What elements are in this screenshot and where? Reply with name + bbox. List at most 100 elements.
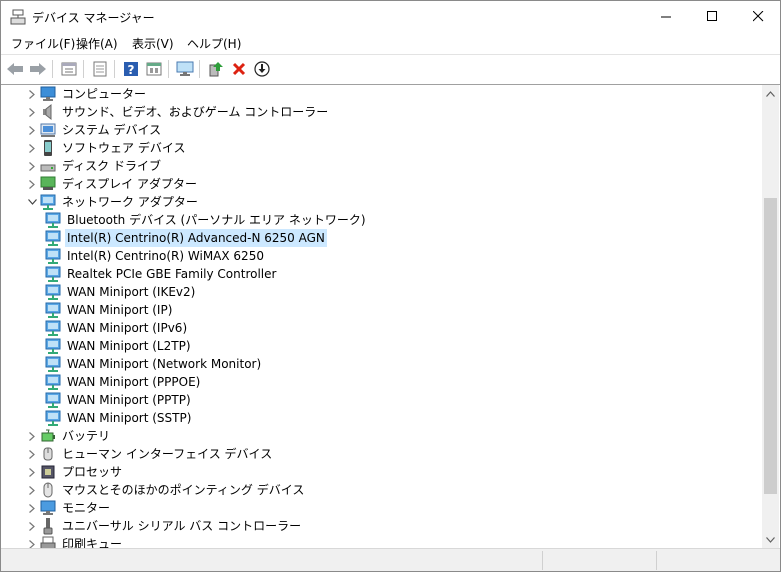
list-view-icon — [93, 61, 107, 77]
collapsed-chevron-icon[interactable] — [25, 535, 39, 548]
tree-category-item[interactable]: プロセッサ — [25, 463, 124, 481]
sheet-icon — [146, 62, 162, 76]
collapsed-chevron-icon[interactable] — [25, 139, 39, 157]
scan-hardware-button[interactable] — [174, 58, 196, 80]
collapsed-chevron-icon[interactable] — [25, 463, 39, 481]
download-button[interactable] — [251, 58, 273, 80]
scroll-up-button[interactable] — [762, 85, 779, 102]
tree-category-item[interactable]: ネットワーク アダプター — [25, 193, 200, 211]
tree-item-label: WAN Miniport (Network Monitor) — [67, 357, 262, 371]
tree-item-label: ソフトウェア デバイス — [62, 141, 186, 155]
tree-item-label: マウスとそのほかのポインティング デバイス — [62, 483, 305, 497]
tree-item-label: WAN Miniport (PPPOE) — [67, 375, 201, 389]
tree-child-item[interactable]: WAN Miniport (IKEv2) — [44, 283, 197, 301]
tree-child-item[interactable]: WAN Miniport (L2TP) — [44, 337, 193, 355]
tree-child-item[interactable]: WAN Miniport (IPv6) — [44, 319, 189, 337]
vertical-scrollbar[interactable] — [762, 85, 779, 548]
tree-child-item[interactable]: WAN Miniport (SSTP) — [44, 409, 193, 427]
tree-category-item[interactable]: システム デバイス — [25, 121, 163, 139]
software-device-icon — [39, 139, 57, 157]
tree-item-label: WAN Miniport (IP) — [67, 303, 173, 317]
help-button[interactable]: ? — [120, 58, 142, 80]
tree-item-label: WAN Miniport (IKEv2) — [67, 285, 196, 299]
close-button[interactable] — [735, 1, 780, 32]
collapsed-chevron-icon[interactable] — [25, 481, 39, 499]
tree-child-item[interactable]: Realtek PCIe GBE Family Controller — [44, 265, 278, 283]
device-tree-frame: コンピューター サウンド、ビデオ、およびゲーム コントローラーシステム デバイスソ… — [1, 84, 780, 548]
tree-item-label: ディスプレイ アダプター — [62, 177, 197, 191]
tree-category-item[interactable]: サウンド、ビデオ、およびゲーム コントローラー — [25, 103, 330, 121]
status-pane-2 — [656, 551, 657, 570]
tree-item-label: 印刷キュー — [62, 537, 123, 548]
back-button[interactable] — [4, 58, 26, 80]
tree-category-item[interactable]: ヒューマン インターフェイス デバイス — [25, 445, 274, 463]
update-driver-button[interactable] — [205, 58, 227, 80]
tree-category-item[interactable]: 印刷キュー — [25, 535, 124, 548]
back-icon — [7, 63, 23, 75]
sheet-button[interactable] — [143, 58, 165, 80]
device-tree[interactable]: コンピューター サウンド、ビデオ、およびゲーム コントローラーシステム デバイスソ… — [1, 85, 762, 548]
tree-item-label: プロセッサ — [62, 465, 123, 479]
tree-child-item[interactable]: WAN Miniport (PPPOE) — [44, 373, 202, 391]
scroll-down-button[interactable] — [762, 531, 779, 548]
svg-text:?: ? — [128, 63, 135, 77]
menu-file[interactable]: ファイル(F) — [11, 35, 75, 52]
collapsed-chevron-icon[interactable] — [25, 121, 39, 139]
tree-child-item[interactable]: WAN Miniport (PPTP) — [44, 391, 193, 409]
maximize-button[interactable] — [689, 1, 735, 32]
scroll-thumb[interactable] — [764, 198, 777, 494]
collapsed-chevron-icon[interactable] — [25, 517, 39, 535]
list-view-button[interactable] — [89, 58, 111, 80]
tree-child-item[interactable]: Intel(R) Centrino(R) WiMAX 6250 — [44, 247, 266, 265]
collapsed-chevron-icon[interactable] — [25, 103, 39, 121]
tree-child-item[interactable]: WAN Miniport (Network Monitor) — [44, 355, 263, 373]
properties-view-button[interactable] — [58, 58, 80, 80]
tree-item-label: WAN Miniport (IPv6) — [67, 321, 188, 335]
status-bar — [1, 548, 780, 571]
network-adapter-icon — [44, 319, 62, 337]
tree-category-item[interactable]: モニター — [25, 499, 112, 517]
forward-button[interactable] — [27, 58, 49, 80]
tree-item-label: Intel(R) Centrino(R) Advanced-N 6250 AGN — [65, 229, 327, 247]
tree-category-item[interactable]: コンピューター — [25, 85, 148, 103]
expanded-chevron-icon[interactable] — [25, 193, 39, 211]
tree-category-item[interactable]: バッテリ — [25, 427, 112, 445]
monitor-icon — [39, 499, 57, 517]
network-adapter-icon — [39, 193, 57, 211]
network-adapter-icon — [44, 247, 62, 265]
battery-icon — [39, 427, 57, 445]
minimize-button[interactable] — [643, 1, 689, 32]
tree-category-item[interactable]: ディスプレイ アダプター — [25, 175, 199, 193]
network-adapter-icon — [44, 355, 62, 373]
hid-device-icon — [39, 445, 57, 463]
device-manager-window: デバイス マネージャー ファイル(F) 操作(A) 表示(V) ヘルプ(H) ?… — [0, 0, 781, 572]
tree-item-label: システム デバイス — [62, 123, 162, 137]
collapsed-chevron-icon[interactable] — [25, 175, 39, 193]
tree-category-item[interactable]: ディスク ドライブ — [25, 157, 163, 175]
tree-category-item[interactable]: マウスとそのほかのポインティング デバイス — [25, 481, 306, 499]
title-bar[interactable]: デバイス マネージャー — [1, 1, 780, 32]
tree-category-item[interactable]: ユニバーサル シリアル バス コントローラー — [25, 517, 303, 535]
collapsed-chevron-icon[interactable] — [25, 85, 39, 103]
printer-icon — [39, 535, 57, 548]
network-adapter-icon — [44, 337, 62, 355]
tree-child-item[interactable]: Intel(R) Centrino(R) Advanced-N 6250 AGN — [44, 229, 327, 247]
tree-child-item[interactable]: WAN Miniport (IP) — [44, 301, 174, 319]
collapsed-chevron-icon[interactable] — [25, 499, 39, 517]
mouse-icon — [39, 481, 57, 499]
collapsed-chevron-icon[interactable] — [25, 427, 39, 445]
menu-help[interactable]: ヘルプ(H) — [187, 35, 241, 52]
uninstall-button[interactable] — [228, 58, 250, 80]
tree-item-label: ネットワーク アダプター — [62, 195, 198, 209]
menu-action[interactable]: 操作(A) — [76, 35, 118, 52]
help-icon: ? — [124, 62, 138, 77]
tree-child-item[interactable]: Bluetooth デバイス (パーソナル エリア ネットワーク) — [44, 211, 368, 229]
tree-category-item[interactable]: ソフトウェア デバイス — [25, 139, 187, 157]
monitor-icon — [176, 61, 194, 76]
toolbar: ? — [1, 55, 780, 83]
tree-item-label: Intel(R) Centrino(R) WiMAX 6250 — [67, 249, 264, 263]
menu-view[interactable]: 表示(V) — [132, 35, 174, 52]
display-adapter-icon — [39, 175, 57, 193]
collapsed-chevron-icon[interactable] — [25, 445, 39, 463]
collapsed-chevron-icon[interactable] — [25, 157, 39, 175]
